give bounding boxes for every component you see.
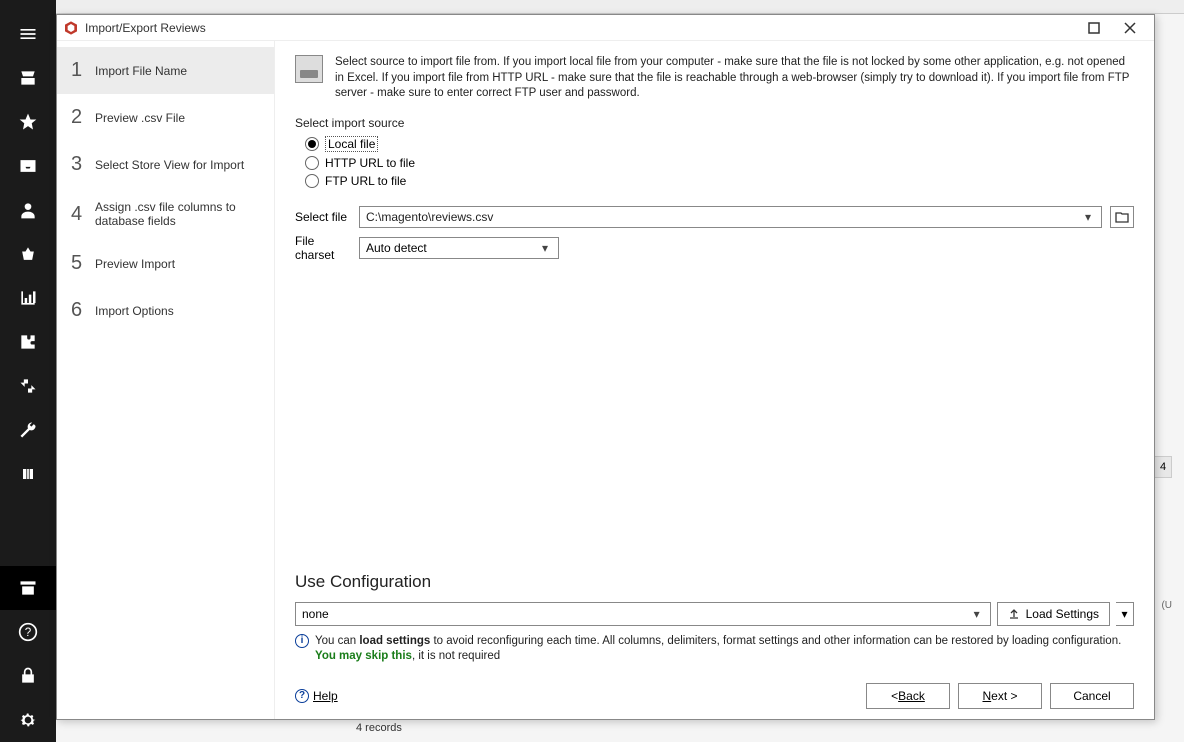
info-text: Select source to import file from. If yo… (335, 55, 1134, 102)
step-label: Preview .csv File (95, 111, 185, 125)
step-2[interactable]: 2 Preview .csv File (57, 94, 274, 141)
radio-ftp-url[interactable]: FTP URL to file (305, 172, 1134, 190)
select-file-label: Select file (295, 210, 351, 224)
gear-icon[interactable] (0, 698, 56, 742)
bg-text: (U (1161, 600, 1172, 611)
sync-icon[interactable] (0, 364, 56, 408)
select-file-input[interactable]: C:\magento\reviews.csv ▾ (359, 206, 1102, 228)
app-icon (63, 20, 79, 36)
menu-icon[interactable] (0, 12, 56, 56)
load-settings-button[interactable]: Load Settings (997, 602, 1110, 626)
radio-local-file[interactable]: Local file (305, 134, 1134, 154)
configuration-select[interactable]: none ▾ (295, 602, 991, 626)
maximize-button[interactable] (1076, 16, 1112, 40)
wrench-icon[interactable] (0, 408, 56, 452)
step-3[interactable]: 3 Select Store View for Import (57, 141, 274, 188)
layers-icon[interactable] (0, 452, 56, 496)
help-icon[interactable]: ? (0, 610, 56, 654)
folder-icon (1115, 211, 1129, 223)
status-records: 4 records (76, 722, 402, 742)
upload-icon (1008, 608, 1020, 620)
basket-icon[interactable] (0, 232, 56, 276)
dropdown-icon[interactable]: ▾ (1081, 210, 1095, 224)
inbox-icon[interactable] (0, 144, 56, 188)
step-label: Import Options (95, 304, 174, 318)
step-label: Assign .csv file columns to database fie… (95, 200, 245, 228)
charset-label: File charset (295, 234, 351, 262)
step-label: Select Store View for Import (95, 158, 244, 172)
count-badge: 4 (1154, 456, 1172, 478)
radio-label: Local file (325, 136, 378, 152)
dropdown-icon: ▾ (1121, 607, 1127, 621)
info-icon: i (295, 634, 309, 648)
radio-icon (305, 174, 319, 188)
lock-icon[interactable] (0, 654, 56, 698)
next-button[interactable]: Next > (958, 683, 1042, 709)
radio-http-url[interactable]: HTTP URL to file (305, 154, 1134, 172)
step-1[interactable]: 1 Import File Name (57, 47, 274, 94)
close-button[interactable] (1112, 16, 1148, 40)
archive-icon[interactable] (0, 566, 56, 610)
puzzle-icon[interactable] (0, 320, 56, 364)
source-label: Select import source (295, 116, 1134, 130)
tip-text: You can load settings to avoid reconfigu… (315, 634, 1134, 665)
charset-select[interactable]: Auto detect ▾ (359, 237, 559, 259)
dropdown-icon[interactable]: ▾ (970, 607, 984, 621)
step-5[interactable]: 5 Preview Import (57, 240, 274, 287)
radio-icon (305, 137, 319, 151)
step-label: Preview Import (95, 257, 175, 271)
star-icon[interactable] (0, 100, 56, 144)
drive-icon (295, 55, 323, 83)
help-icon: ? (295, 689, 309, 703)
wizard-main: Select source to import file from. If yo… (275, 41, 1154, 719)
browse-button[interactable] (1110, 206, 1134, 228)
radio-icon (305, 156, 319, 170)
import-source-group: Local file HTTP URL to file FTP URL to f… (305, 134, 1134, 190)
use-configuration-heading: Use Configuration (295, 572, 1134, 592)
left-nav-rail: ? (0, 0, 56, 742)
back-button[interactable]: < Back (866, 683, 950, 709)
step-label: Import File Name (95, 64, 187, 78)
step-6[interactable]: 6 Import Options (57, 287, 274, 334)
cancel-button[interactable]: Cancel (1050, 683, 1134, 709)
dialog-title: Import/Export Reviews (85, 21, 1076, 35)
user-icon[interactable] (0, 188, 56, 232)
step-4[interactable]: 4 Assign .csv file columns to database f… (57, 188, 274, 240)
help-link[interactable]: ? Help (295, 689, 338, 703)
svg-text:?: ? (25, 626, 32, 639)
store-icon[interactable] (0, 56, 56, 100)
chart-icon[interactable] (0, 276, 56, 320)
radio-label: HTTP URL to file (325, 156, 415, 170)
load-settings-split[interactable]: ▾ (1116, 602, 1134, 626)
dialog-titlebar: Import/Export Reviews (57, 15, 1154, 41)
dropdown-icon[interactable]: ▾ (538, 241, 552, 255)
import-export-dialog: Import/Export Reviews 1 Import File Name… (56, 14, 1155, 720)
radio-label: FTP URL to file (325, 174, 406, 188)
wizard-steps: 1 Import File Name 2 Preview .csv File 3… (57, 41, 275, 719)
